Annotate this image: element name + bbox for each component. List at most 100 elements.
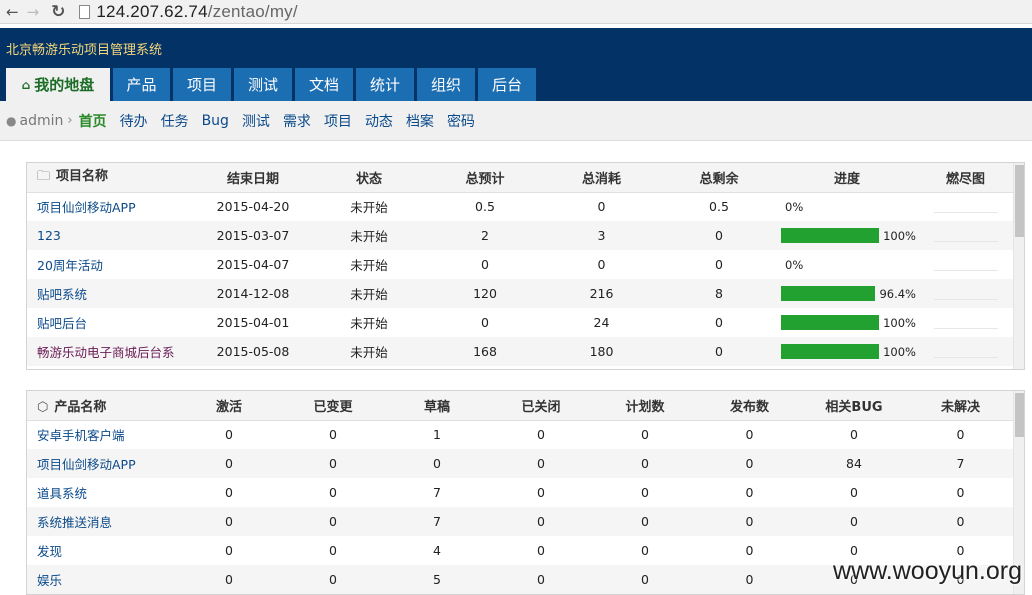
cell-value: 0: [697, 478, 802, 507]
col-draft[interactable]: 草稿: [385, 391, 489, 420]
cell-value: 0: [593, 565, 697, 594]
col-consumed[interactable]: 总消耗: [543, 163, 660, 192]
cell-left: 0: [660, 337, 778, 366]
cell-value: 0: [593, 507, 697, 536]
tab-product[interactable]: 产品: [113, 68, 170, 101]
cell-value: 0: [697, 449, 802, 478]
tab-label: 统计: [370, 74, 400, 95]
subnav-task[interactable]: 任务: [161, 111, 189, 131]
project-link[interactable]: 123: [27, 221, 195, 250]
cell-status: 未开始: [311, 337, 427, 366]
col-unresolved[interactable]: 未解决: [906, 391, 1015, 420]
col-left[interactable]: 总剩余: [660, 163, 778, 192]
col-changed[interactable]: 已变更: [281, 391, 385, 420]
product-link[interactable]: 娱乐: [27, 565, 177, 594]
cell-estimate: 168: [427, 337, 543, 366]
col-project-name[interactable]: 🗀项目名称: [27, 163, 195, 192]
cell-end: 2015-03-07: [195, 221, 311, 250]
back-arrow-icon[interactable]: ←: [6, 3, 19, 21]
burndown-chart[interactable]: [934, 317, 998, 329]
scroll-thumb[interactable]: [1015, 393, 1024, 437]
subnav-home[interactable]: 首页: [79, 111, 107, 131]
project-link[interactable]: 20周年活动: [27, 250, 195, 279]
cell-consumed: 0: [543, 250, 660, 279]
cell-value: 0: [177, 536, 281, 565]
cell-end: 2014-12-08: [195, 279, 311, 308]
product-link[interactable]: 项目仙剑移动APP: [27, 449, 177, 478]
cell-value: 0: [906, 478, 1015, 507]
cell-value: 0: [489, 507, 593, 536]
forward-arrow-icon[interactable]: →: [27, 3, 40, 21]
system-title: 北京畅游乐动项目管理系统: [6, 39, 162, 58]
subnav-story[interactable]: 需求: [283, 111, 311, 131]
reload-icon[interactable]: ↻: [51, 2, 65, 22]
burndown-chart[interactable]: [934, 259, 998, 271]
app-header: 北京畅游乐动项目管理系统 ⌂我的地盘 产品 项目 测试 文档 统计 组织 后台: [0, 28, 1032, 101]
col-releases[interactable]: 发布数: [697, 391, 802, 420]
cell-value: 0: [281, 536, 385, 565]
project-scrollbar[interactable]: [1013, 163, 1024, 369]
subnav-password[interactable]: 密码: [447, 111, 475, 131]
col-estimate[interactable]: 总预计: [427, 163, 543, 192]
col-status[interactable]: 状态: [311, 163, 427, 192]
folder-icon: 🗀: [37, 169, 50, 184]
burndown-chart[interactable]: [934, 230, 998, 242]
tab-admin[interactable]: 后台: [478, 68, 536, 101]
progress-label: 100%: [883, 345, 916, 359]
table-row: 安卓手机客户端00100000: [27, 420, 1015, 449]
user-name: admin: [19, 113, 63, 129]
col-end-date[interactable]: 结束日期: [195, 163, 311, 192]
cell-estimate: 2: [427, 221, 543, 250]
table-row: 畅游乐动电子商城后台系2015-05-08未开始1681800100%: [27, 337, 1015, 366]
tab-project[interactable]: 项目: [173, 68, 231, 101]
burndown-chart[interactable]: [934, 201, 998, 213]
home-icon: ⌂: [22, 78, 31, 92]
col-closed[interactable]: 已关闭: [489, 391, 593, 420]
product-link[interactable]: 系统推送消息: [27, 507, 177, 536]
product-link[interactable]: 道具系统: [27, 478, 177, 507]
col-product-name[interactable]: ⬡产品名称: [27, 391, 177, 420]
subnav-project[interactable]: 项目: [324, 111, 352, 131]
subnav-todo[interactable]: 待办: [120, 111, 148, 131]
cell-value: 0: [697, 536, 802, 565]
subnav-bug[interactable]: Bug: [202, 113, 229, 129]
cell-value: 0: [489, 478, 593, 507]
tab-my-dashboard[interactable]: ⌂我的地盘: [6, 68, 110, 101]
project-link[interactable]: 贴吧系统: [27, 279, 195, 308]
watermark: www.wooyun.org: [833, 557, 1022, 586]
scroll-thumb[interactable]: [1015, 165, 1024, 237]
cell-value: 4: [385, 536, 489, 565]
burndown-chart[interactable]: [934, 346, 998, 358]
product-link[interactable]: 发现: [27, 536, 177, 565]
subnav-testcase[interactable]: 测试: [242, 111, 270, 131]
address-bar[interactable]: 124.207.62.74/zentao/my/: [96, 2, 297, 22]
project-link[interactable]: 贴吧后台: [27, 308, 195, 337]
user-icon: ●: [6, 114, 16, 128]
tab-report[interactable]: 统计: [356, 68, 414, 101]
burndown-chart[interactable]: [934, 288, 998, 300]
cell-value: 1: [385, 420, 489, 449]
project-link[interactable]: 畅游乐动电子商城后台系: [27, 337, 195, 366]
col-plans[interactable]: 计划数: [593, 391, 697, 420]
table-row: 道具系统00700000: [27, 478, 1015, 507]
tab-company[interactable]: 组织: [417, 68, 475, 101]
cell-value: 0: [489, 420, 593, 449]
project-link[interactable]: 项目仙剑移动APP: [27, 192, 195, 221]
col-bugs[interactable]: 相关BUG: [802, 391, 906, 420]
user-menu[interactable]: ●admin: [6, 113, 63, 129]
subnav-profile[interactable]: 档案: [406, 111, 434, 131]
tab-test[interactable]: 测试: [234, 68, 292, 101]
subnav-dynamic[interactable]: 动态: [365, 111, 393, 131]
table-row: 贴吧系统2014-12-08未开始120216896.4%: [27, 279, 1015, 308]
cell-estimate: 0.5: [427, 192, 543, 221]
col-active[interactable]: 激活: [177, 391, 281, 420]
header-label: 产品名称: [54, 400, 106, 415]
cell-value: 0: [385, 449, 489, 478]
tab-doc[interactable]: 文档: [295, 68, 353, 101]
cell-value: 5: [385, 565, 489, 594]
cell-burndown: [916, 221, 1015, 250]
cell-progress: 100%: [778, 308, 916, 337]
cell-estimate: 0: [427, 250, 543, 279]
product-link[interactable]: 安卓手机客户端: [27, 420, 177, 449]
tab-label: 后台: [492, 74, 522, 95]
